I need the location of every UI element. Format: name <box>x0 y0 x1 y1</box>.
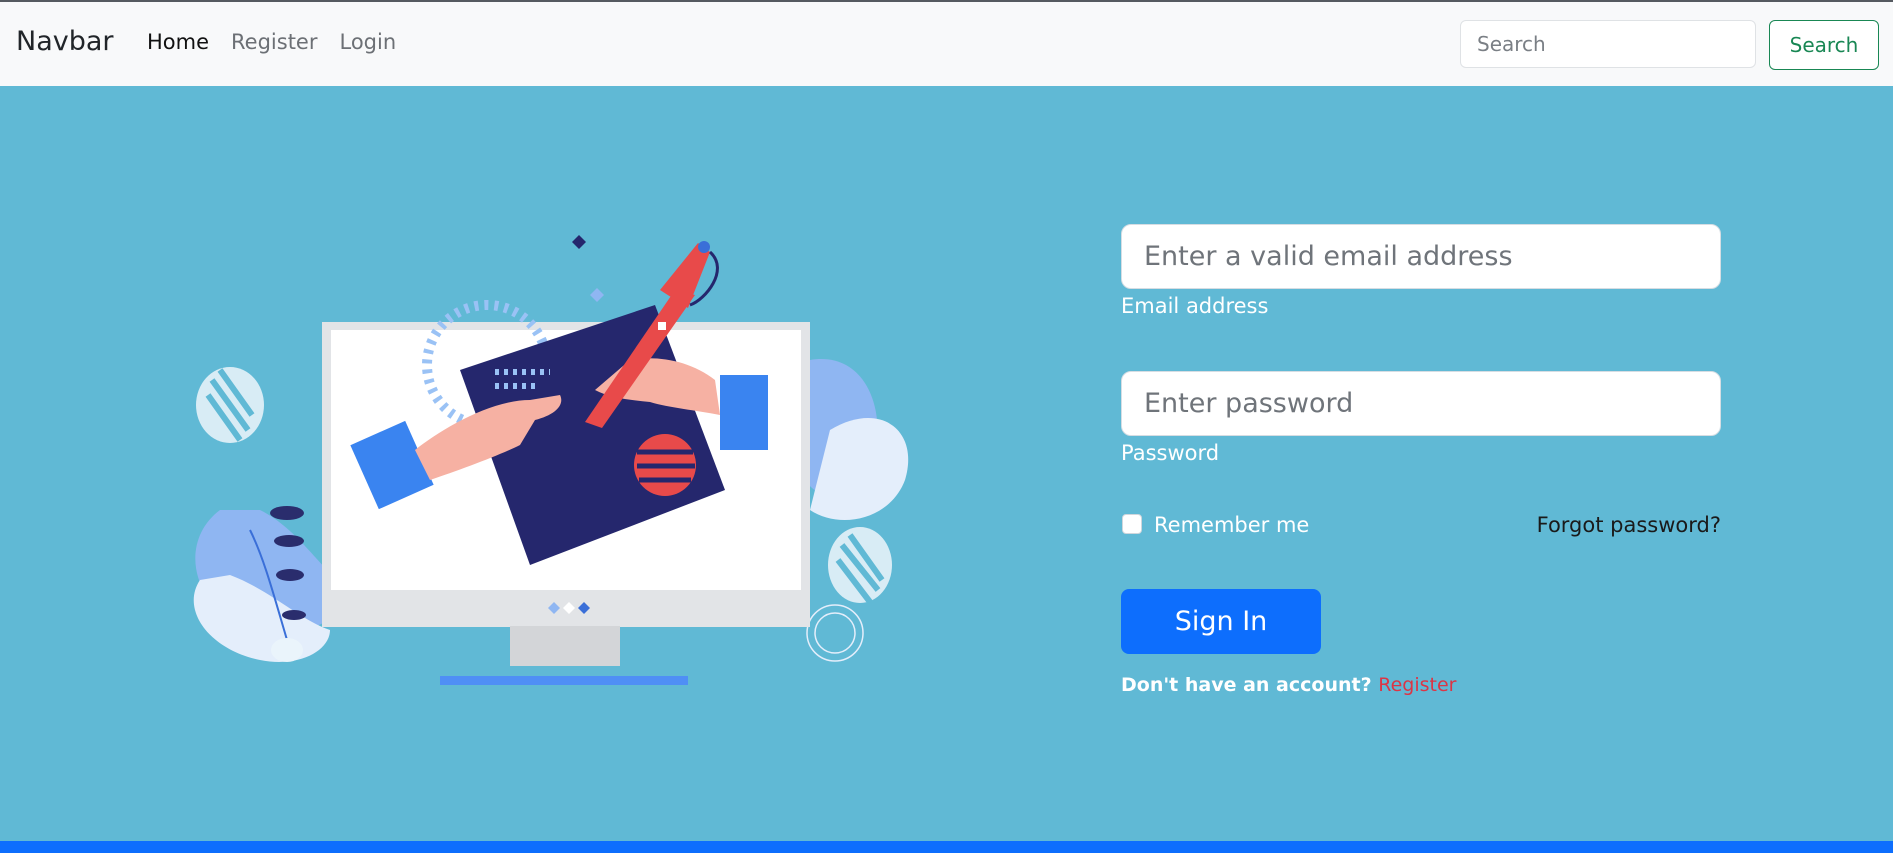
computer-drawing-illustration <box>193 235 909 685</box>
nav-links: Home Register Login <box>147 30 418 54</box>
nav-link-login[interactable]: Login <box>339 30 396 54</box>
search-input[interactable] <box>1460 20 1756 68</box>
navbar-brand[interactable]: Navbar <box>16 26 114 57</box>
navbar: Navbar Home Register Login Search <box>0 2 1893 86</box>
sign-in-button[interactable]: Sign In <box>1121 589 1321 654</box>
remember-me-label[interactable]: Remember me <box>1154 513 1309 537</box>
email-field[interactable] <box>1121 224 1721 289</box>
nav-link-home[interactable]: Home <box>147 30 209 54</box>
forgot-password-link[interactable]: Forgot password? <box>1537 513 1721 537</box>
nav-link-register[interactable]: Register <box>231 30 317 54</box>
register-link[interactable]: Register <box>1378 674 1456 696</box>
password-field[interactable] <box>1121 371 1721 436</box>
password-label: Password <box>1121 441 1220 465</box>
remember-me-checkbox[interactable] <box>1122 514 1142 534</box>
no-account-text: Don't have an account? <box>1121 674 1372 696</box>
signup-prompt: Don't have an account? Register <box>1121 674 1456 696</box>
search-button[interactable]: Search <box>1769 20 1879 70</box>
footer-bar <box>0 841 1893 853</box>
email-label: Email address <box>1121 294 1269 318</box>
